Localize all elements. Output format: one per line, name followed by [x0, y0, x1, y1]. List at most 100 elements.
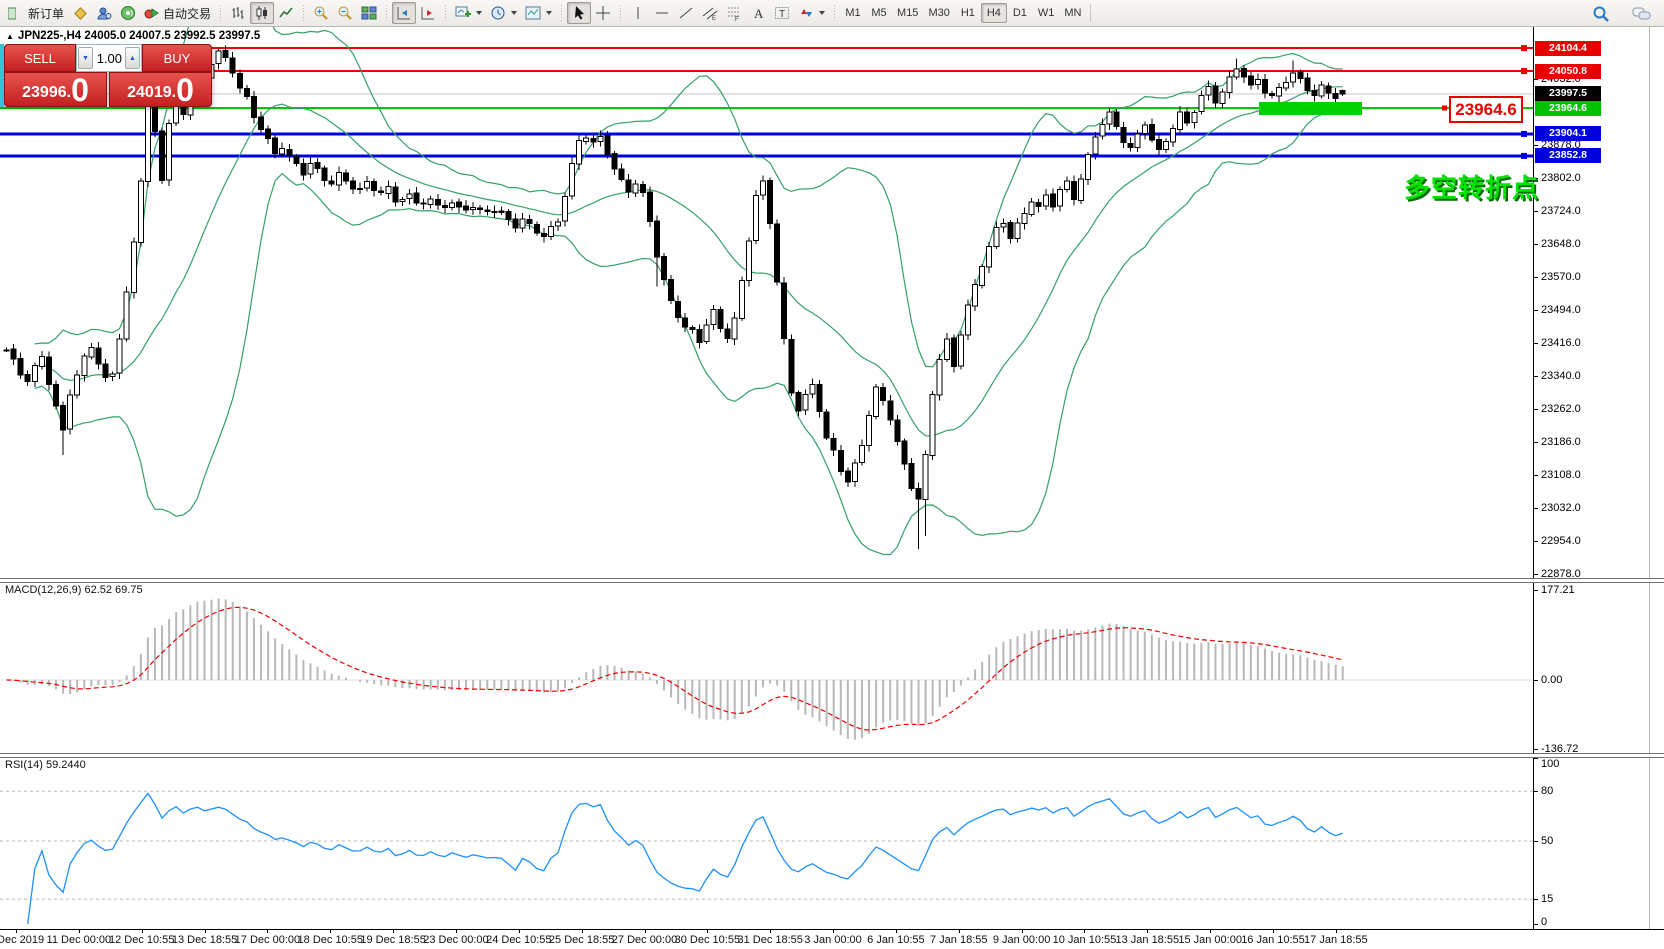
price-tick-label: 23186.0 — [1541, 436, 1581, 448]
search-button[interactable] — [1588, 3, 1614, 25]
price-annotation-box[interactable]: 23964.6 — [1449, 96, 1523, 123]
auto-trading-button[interactable]: 自动交易 — [140, 2, 215, 24]
price-tick — [1533, 409, 1538, 410]
price-tick-label: 23416.0 — [1541, 337, 1581, 349]
rsi-tick — [1533, 758, 1538, 759]
chart-shift-button[interactable] — [416, 2, 440, 24]
sell-price-button[interactable]: 23996.0 — [4, 72, 107, 107]
time-axis-tick — [142, 930, 143, 933]
toolbar-grip — [384, 4, 389, 22]
timeframe-button-h4[interactable]: H4 — [981, 3, 1007, 23]
new-chart-button[interactable] — [451, 2, 486, 24]
time-axis-tick — [79, 930, 80, 933]
chat-button[interactable] — [1628, 3, 1656, 25]
time-axis-label: 6 Jan 10:55 — [867, 934, 925, 946]
rsi-pane-splitter[interactable] — [0, 753, 1664, 758]
toolbar-grip — [559, 4, 564, 22]
window-right-edge — [1649, 27, 1650, 949]
rsi-indicator-label: RSI(14) 59.2440 — [5, 759, 86, 771]
sell-price-int: 23996 — [22, 85, 67, 104]
chart-area[interactable]: ▲ JPN225-,H4 24005.0 24007.5 23992.5 239… — [0, 27, 1664, 949]
fibonacci-button[interactable]: F — [722, 2, 746, 24]
rsi-tick-label: 80 — [1541, 785, 1553, 797]
time-axis-label: 17 Jan 18:55 — [1304, 934, 1368, 946]
auto-scroll-icon — [396, 5, 412, 21]
vertical-line-button[interactable] — [626, 2, 650, 24]
zoom-in-button[interactable] — [309, 2, 333, 24]
crosshair-button[interactable] — [591, 2, 615, 24]
clock-button[interactable] — [486, 2, 521, 24]
buy-price-button[interactable]: 24019.0 — [109, 72, 212, 107]
text-label-button[interactable]: T — [770, 2, 794, 24]
time-axis-label: 23 Dec 00:00 — [423, 934, 488, 946]
price-tick — [1533, 442, 1538, 443]
time-axis-label: 16 Jan 10:55 — [1241, 934, 1305, 946]
price-tick — [1533, 376, 1538, 377]
bar-chart-button[interactable] — [226, 2, 250, 24]
price-tick — [1533, 541, 1538, 542]
price-tick-label: 23724.0 — [1541, 205, 1581, 217]
cursor-button[interactable] — [567, 2, 591, 24]
new-chart-icon — [455, 5, 471, 21]
user-cloud-button[interactable] — [92, 2, 116, 24]
gold-diamond-button[interactable] — [68, 2, 92, 24]
timeframe-button-mn[interactable]: MN — [1059, 3, 1086, 23]
time-axis-label: 11 Dec 00:00 — [47, 934, 112, 946]
time-axis-label: 10 Jan 10:55 — [1053, 934, 1117, 946]
arrows-button[interactable] — [794, 2, 829, 24]
template-button[interactable] — [521, 2, 556, 24]
price-tick — [1533, 79, 1538, 80]
price-axis-border — [1533, 27, 1534, 929]
volume-increase-button[interactable]: ▲ — [125, 47, 140, 69]
new-order-button[interactable]: 新订单 — [24, 2, 68, 24]
buy-button[interactable]: BUY — [142, 44, 212, 72]
time-axis-tick — [205, 930, 206, 933]
candle-chart-button[interactable] — [250, 2, 274, 24]
timeframe-button-d1[interactable]: D1 — [1007, 3, 1033, 23]
equidistant-channel-button[interactable]: E — [698, 2, 722, 24]
sell-button[interactable]: SELL — [4, 44, 76, 72]
timeframe-button-h1[interactable]: H1 — [955, 3, 981, 23]
time-axis-label: 24 Dec 10:55 — [486, 934, 551, 946]
signal-button[interactable] — [116, 2, 140, 24]
rsi-tick — [1533, 791, 1538, 792]
time-axis-label: 12 Dec 10:55 — [109, 934, 174, 946]
timeframe-button-m30[interactable]: M30 — [923, 3, 954, 23]
volume-input[interactable] — [94, 51, 124, 66]
trendline-button[interactable] — [674, 2, 698, 24]
timeframe-button-m15[interactable]: M15 — [892, 3, 923, 23]
text-icon: A — [750, 5, 766, 21]
cursor-icon — [571, 5, 587, 21]
chat-icon — [1632, 6, 1652, 22]
timeframe-button-m5[interactable]: M5 — [866, 3, 892, 23]
time-axis-label: 19 Dec 18:55 — [360, 934, 425, 946]
candle-chart-icon — [254, 5, 270, 21]
time-axis-tick — [770, 930, 771, 933]
chart-fragment-button[interactable] — [0, 2, 24, 24]
one-click-trade-panel: SELL ▼ ▲ BUY 23996.0 24019.0 — [0, 44, 212, 107]
chart-canvas[interactable] — [0, 27, 1664, 949]
time-axis-tick — [1273, 930, 1274, 933]
dropdown-caret-icon — [546, 11, 552, 15]
horizontal-line-button[interactable] — [650, 2, 674, 24]
volume-decrease-button[interactable]: ▼ — [78, 47, 93, 69]
rsi-tick-label: 100 — [1541, 758, 1559, 770]
tile-windows-button[interactable] — [357, 2, 381, 24]
timeframe-button-w1[interactable]: W1 — [1033, 3, 1060, 23]
time-axis-tick — [896, 930, 897, 933]
volume-stepper: ▼ ▲ — [76, 44, 142, 72]
zoom-out-button[interactable] — [333, 2, 357, 24]
timeframe-button-m1[interactable]: M1 — [840, 3, 866, 23]
time-axis-tick — [1084, 930, 1085, 933]
price-tick-label: 23108.0 — [1541, 469, 1581, 481]
price-tick-label: 23032.0 — [1541, 502, 1581, 514]
svg-text:A: A — [754, 6, 764, 21]
macd-pane-splitter[interactable] — [0, 578, 1664, 583]
text-button[interactable]: A — [746, 2, 770, 24]
time-axis[interactable]: 9 Dec 201911 Dec 00:0012 Dec 10:5513 Dec… — [0, 929, 1664, 949]
auto-scroll-button[interactable] — [392, 2, 416, 24]
horizontal-line-icon — [654, 5, 670, 21]
line-chart-button[interactable] — [274, 2, 298, 24]
time-axis-label: 15 Jan 00:00 — [1178, 934, 1242, 946]
time-axis-label: 7 Jan 18:55 — [930, 934, 988, 946]
